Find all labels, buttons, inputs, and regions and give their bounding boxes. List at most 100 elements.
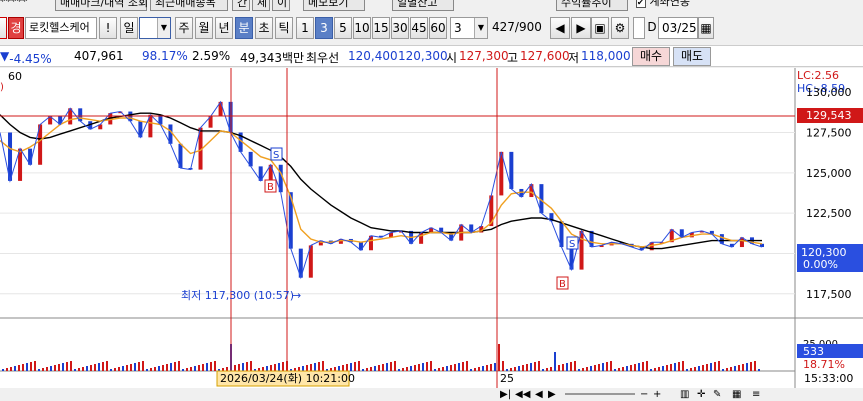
daily-balance-button[interactable]: 일별잔고 bbox=[392, 0, 454, 11]
volume-bar bbox=[150, 368, 152, 371]
period-week-button[interactable]: 주 bbox=[175, 17, 193, 39]
prev-arrow-button[interactable]: ◀ bbox=[550, 17, 570, 39]
period-tick-button[interactable]: 틱 bbox=[275, 17, 293, 39]
day-count-select[interactable]: 3 ▼ bbox=[139, 17, 171, 39]
date-mode-checkbox[interactable] bbox=[633, 17, 645, 39]
zoom-slider-track[interactable] bbox=[565, 393, 635, 395]
toggle-i-button[interactable]: 이 bbox=[272, 0, 290, 11]
volume-bar bbox=[538, 361, 540, 371]
volume-bar bbox=[522, 365, 524, 371]
period-day-button[interactable]: 일 bbox=[120, 17, 138, 39]
info-button[interactable]: ! bbox=[99, 17, 117, 39]
nav-prev-icon[interactable]: ◀ bbox=[535, 388, 543, 401]
calendar-button[interactable]: ▦ bbox=[698, 17, 714, 39]
volume-bar bbox=[734, 366, 736, 371]
volume-bar bbox=[586, 367, 588, 371]
more-icon[interactable]: ≡ bbox=[752, 388, 760, 401]
volume-bar bbox=[582, 368, 584, 371]
period-year-button[interactable]: 년 bbox=[215, 17, 233, 39]
volume-bar bbox=[110, 369, 112, 371]
nav-next-icon[interactable]: ▶ bbox=[548, 388, 556, 401]
price-chart-panel[interactable]: 60 ) LC:2.56 HC:-8.59 127,500 125,000 122,… bbox=[0, 68, 863, 388]
volume-bar bbox=[718, 361, 720, 371]
volume-bar bbox=[706, 364, 708, 371]
calendar-icon: ▦ bbox=[700, 21, 712, 35]
volume-bar bbox=[190, 367, 192, 371]
volume-bar bbox=[730, 367, 732, 371]
recent-trade-items-button[interactable]: 최근매매종목 bbox=[150, 0, 228, 11]
zoom-in-icon[interactable]: + bbox=[653, 388, 661, 401]
volume-bar bbox=[618, 368, 620, 371]
chart-type-icon[interactable]: ▥ bbox=[680, 388, 689, 401]
volume-bar bbox=[402, 368, 404, 371]
ma-label: 60 bbox=[8, 70, 22, 83]
volume-bar bbox=[646, 361, 648, 371]
period-minute-button[interactable]: 분 bbox=[235, 17, 253, 39]
minute-1-button[interactable]: 1 bbox=[296, 17, 314, 39]
volume-bar bbox=[70, 361, 72, 371]
volume-bar bbox=[302, 366, 304, 371]
minute-45-button[interactable]: 45 bbox=[410, 17, 428, 39]
volume-bar bbox=[594, 365, 596, 371]
account-link-checkbox[interactable]: ✔ 계좌연동 bbox=[632, 0, 712, 11]
volume-bar bbox=[454, 364, 456, 371]
lc-label: LC:2.56 bbox=[797, 69, 839, 82]
volume-bar bbox=[42, 368, 44, 371]
volume-bar bbox=[338, 366, 340, 371]
signal-buy-2-label: B bbox=[559, 279, 566, 290]
nav-first-icon[interactable]: ▶| bbox=[500, 388, 511, 401]
volume-bar bbox=[174, 362, 176, 371]
minute-3-button[interactable]: 3 bbox=[315, 17, 333, 39]
grid-icon[interactable]: ▦ bbox=[732, 388, 741, 401]
volume-bar bbox=[682, 361, 684, 371]
minute-5-button[interactable]: 5 bbox=[334, 17, 352, 39]
memo-view-button[interactable]: 메모보기 bbox=[303, 0, 365, 11]
stock-search-button[interactable] bbox=[0, 17, 7, 39]
volume-bar bbox=[210, 362, 212, 371]
volume-bar bbox=[86, 366, 88, 371]
settings-button[interactable]: ⚙ bbox=[611, 17, 629, 39]
return-trend-button[interactable]: 수익률추이 bbox=[556, 0, 628, 11]
minute-30-button[interactable]: 30 bbox=[391, 17, 409, 39]
stock-name-field[interactable]: 로킷헬스케어 bbox=[25, 17, 97, 39]
zoom-out-icon[interactable]: − bbox=[640, 388, 648, 401]
volume-bar bbox=[138, 362, 140, 371]
end-time: 15:33:00 bbox=[804, 372, 853, 385]
volume-bar bbox=[474, 368, 476, 371]
minute-10-button[interactable]: 10 bbox=[353, 17, 371, 39]
volume-bar bbox=[146, 369, 148, 371]
period-month-button[interactable]: 월 bbox=[195, 17, 213, 39]
volume-bar bbox=[198, 365, 200, 371]
volume-bar bbox=[270, 365, 272, 371]
sell-button[interactable]: 매도 bbox=[673, 47, 711, 66]
date-field[interactable]: 03/25 bbox=[658, 17, 698, 39]
volume-bar bbox=[418, 364, 420, 371]
volume-bar bbox=[54, 365, 56, 371]
volume-pct: 18.71% bbox=[803, 358, 845, 371]
next-arrow-button[interactable]: ▶ bbox=[571, 17, 591, 39]
volume-bar bbox=[530, 363, 532, 371]
turnover-rate: 2.59% bbox=[192, 49, 231, 63]
period-second-button[interactable]: 초 bbox=[255, 17, 273, 39]
volume-bar bbox=[642, 362, 644, 371]
nav-prev-page-icon[interactable]: ◀◀ bbox=[515, 388, 530, 401]
signal-sell-1-label: S bbox=[273, 150, 279, 161]
volume-bar bbox=[750, 362, 752, 371]
volume-bar bbox=[154, 367, 156, 371]
price-chart[interactable]: 60 ) LC:2.56 HC:-8.59 127,500125,000122,… bbox=[0, 68, 863, 388]
gear-icon: ⚙ bbox=[614, 21, 626, 35]
trade-mark-history-button[interactable]: 매매마크/내역 조회 bbox=[55, 0, 148, 11]
buy-button[interactable]: 매수 bbox=[632, 47, 670, 66]
volume-bar bbox=[22, 364, 24, 371]
crosshair-icon[interactable]: ✛ bbox=[697, 388, 705, 401]
volume-bar bbox=[50, 366, 52, 371]
toggle-gan-button[interactable]: 간 bbox=[232, 0, 250, 11]
interval-select[interactable]: 3 ▼ bbox=[450, 17, 488, 39]
minute-15-button[interactable]: 15 bbox=[372, 17, 390, 39]
toggle-che-button[interactable]: 체 bbox=[252, 0, 270, 11]
save-button[interactable]: ▣ bbox=[591, 17, 609, 39]
minute-60-button[interactable]: 60 bbox=[429, 17, 447, 39]
volume-bar bbox=[34, 361, 36, 371]
draw-tool-icon[interactable]: ✎ bbox=[713, 388, 721, 401]
bar-count-input[interactable]: 427 bbox=[492, 20, 515, 34]
